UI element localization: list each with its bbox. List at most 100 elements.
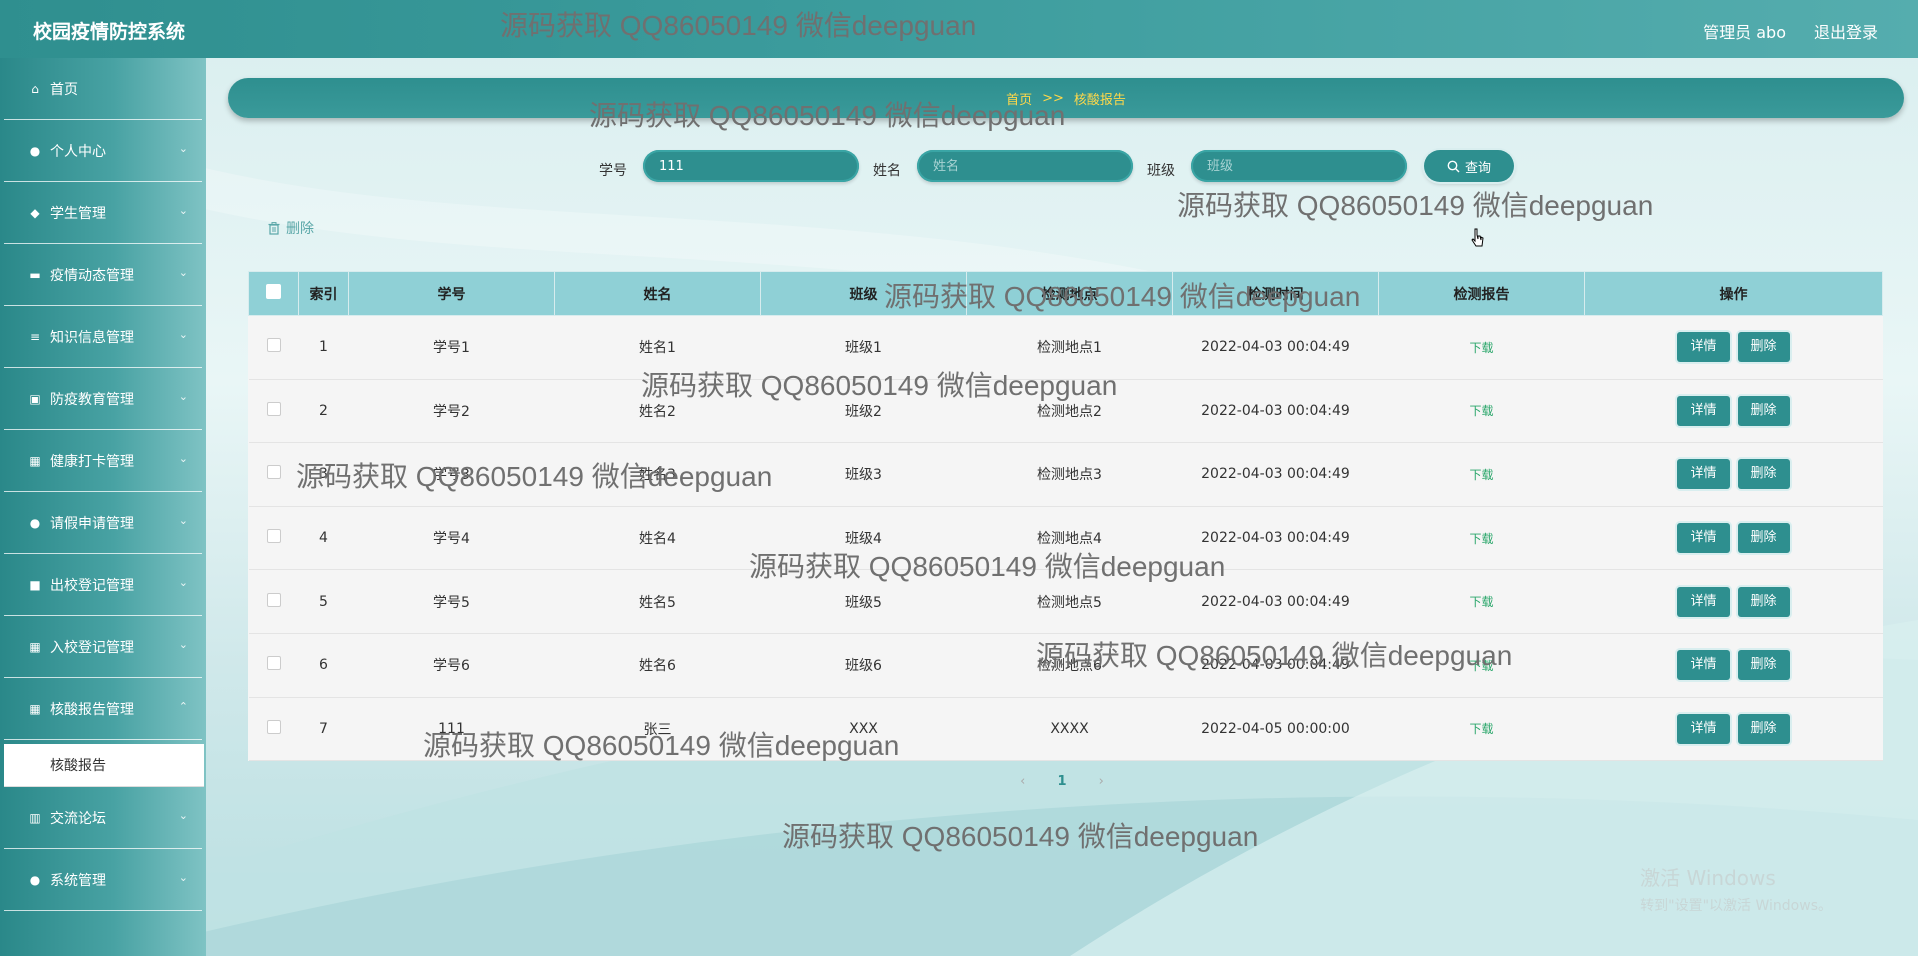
sidebar-item-forum[interactable]: ▥ 交流论坛 ⌄	[4, 787, 202, 849]
cell-index: 2	[319, 402, 328, 419]
delete-button[interactable]: 删除	[1737, 459, 1790, 490]
sidebar-item-label: 知识信息管理	[50, 329, 134, 346]
cell-location: 检测地点6	[1037, 658, 1102, 675]
column-header: 姓名	[554, 271, 761, 316]
table-row: 4 学号4 姓名4 班级4 检测地点4 2022-04-03 00:04:49 下载 详情 删除	[248, 506, 1883, 570]
delete-button[interactable]: 删除	[1737, 586, 1790, 617]
delete-button[interactable]: 删除	[1737, 523, 1790, 554]
chevron-down-icon: ⌄	[178, 871, 188, 884]
cell-name: 张三	[643, 721, 672, 738]
sidebar-item-personal-center[interactable]: ● 个人中心 ⌄	[4, 120, 202, 182]
column-header: 检测报告	[1378, 271, 1585, 316]
sidebar-item-home[interactable]: ⌂ 首页	[4, 58, 202, 120]
detail-button[interactable]: 详情	[1677, 459, 1730, 490]
trash-icon	[268, 221, 280, 235]
chevron-down-icon: ⌄	[178, 638, 188, 651]
breadcrumb: 首页 >> 核酸报告	[228, 78, 1904, 118]
cell-class: XXX	[849, 720, 878, 737]
pagination: ‹ 1 ›	[206, 774, 1918, 789]
cell-name: 姓名1	[639, 340, 676, 357]
sidebar-item-nucleic-report-management[interactable]: ▦ 核酸报告管理 ⌃	[4, 678, 202, 740]
delete-button[interactable]: 删除	[1737, 650, 1790, 681]
download-link[interactable]: 下载	[1469, 659, 1493, 673]
sidebar-item-label: 交流论坛	[50, 810, 106, 827]
table-row: 2 学号2 姓名2 班级2 检测地点2 2022-04-03 00:04:49 下载 详情 删除	[248, 379, 1883, 443]
detail-button[interactable]: 详情	[1677, 650, 1730, 681]
download-link[interactable]: 下载	[1469, 532, 1493, 546]
sidebar-item-leave-application[interactable]: ● 请假申请管理 ⌄	[4, 492, 202, 554]
select-all-checkbox[interactable]	[248, 271, 299, 316]
cell-index: 4	[319, 530, 328, 547]
query-button[interactable]: 查询	[1424, 150, 1514, 182]
page-number[interactable]: 1	[1057, 774, 1066, 789]
row-checkbox[interactable]	[249, 506, 299, 570]
row-checkbox[interactable]	[249, 316, 299, 380]
batch-delete-label: 删除	[286, 221, 314, 237]
sidebar-item-epidemic-news[interactable]: ▬ 疫情动态管理 ⌄	[4, 244, 202, 306]
admin-user-label[interactable]: 管理员 abo	[1703, 19, 1786, 43]
name-input[interactable]	[917, 150, 1133, 182]
grid-icon: ▦	[29, 453, 41, 468]
delete-button[interactable]: 删除	[1737, 332, 1790, 363]
activate-windows-notice: 激活 Windows 转到"设置"以激活 Windows。	[1640, 862, 1832, 915]
delete-button[interactable]: 删除	[1737, 713, 1790, 744]
cell-time: 2022-04-03 00:04:49	[1201, 402, 1350, 419]
sidebar-item-prevention-education[interactable]: ▣ 防疫教育管理 ⌄	[4, 368, 202, 430]
batch-delete-button[interactable]: 删除	[268, 218, 314, 238]
download-link[interactable]: 下载	[1469, 468, 1493, 482]
sidebar-item-label: 个人中心	[50, 143, 106, 160]
logout-button[interactable]: 退出登录	[1814, 19, 1878, 43]
cell-report: 下载	[1379, 379, 1585, 443]
download-link[interactable]: 下载	[1469, 595, 1493, 609]
cell-class: 班级3	[845, 467, 882, 484]
sidebar-item-health-checkin[interactable]: ▦ 健康打卡管理 ⌄	[4, 430, 202, 492]
chevron-down-icon: ⌄	[178, 266, 188, 279]
download-link[interactable]: 下载	[1469, 722, 1493, 736]
cell-name: 姓名3	[639, 467, 676, 484]
row-checkbox[interactable]	[249, 379, 299, 443]
row-checkbox[interactable]	[249, 443, 299, 507]
cell-actions: 详情 删除	[1585, 316, 1883, 380]
sidebar-item-student-management[interactable]: ◆ 学生管理 ⌄	[4, 182, 202, 244]
grid-icon: ▦	[29, 639, 41, 654]
cell-time: 2022-04-03 00:04:49	[1201, 530, 1350, 547]
cell-report: 下载	[1379, 697, 1585, 761]
sidebar-item-exit-registration[interactable]: ■ 出校登记管理 ⌄	[4, 554, 202, 616]
detail-button[interactable]: 详情	[1677, 395, 1730, 426]
download-link[interactable]: 下载	[1469, 341, 1493, 355]
next-page-button[interactable]: ›	[1099, 774, 1104, 789]
row-checkbox[interactable]	[249, 697, 299, 761]
sidebar-item-knowledge-info[interactable]: ≡ 知识信息管理 ⌄	[4, 306, 202, 368]
sidebar-item-label: 入校登记管理	[50, 639, 134, 656]
download-link[interactable]: 下载	[1469, 404, 1493, 418]
cell-location: 检测地点5	[1037, 594, 1102, 611]
cell-time: 2022-04-03 00:04:49	[1201, 339, 1350, 356]
sidebar-item-system-management[interactable]: ● 系统管理 ⌄	[4, 849, 202, 911]
cell-index: 3	[319, 466, 328, 483]
row-checkbox[interactable]	[249, 633, 299, 697]
prev-page-button[interactable]: ‹	[1020, 774, 1025, 789]
top-header: 校园疫情防控系统 管理员 abo 退出登录	[0, 0, 1918, 58]
student-icon: ◆	[30, 205, 40, 220]
detail-button[interactable]: 详情	[1677, 523, 1730, 554]
breadcrumb-separator: >>	[1042, 90, 1064, 106]
class-input[interactable]	[1191, 150, 1407, 182]
chart-icon: ▥	[29, 810, 41, 825]
cell-actions: 详情 删除	[1585, 379, 1883, 443]
cell-location: XXXX	[1050, 720, 1089, 737]
breadcrumb-home[interactable]: 首页	[1006, 89, 1032, 108]
delete-button[interactable]: 删除	[1737, 395, 1790, 426]
user-icon: ●	[29, 143, 41, 158]
detail-button[interactable]: 详情	[1677, 586, 1730, 617]
table-header-row: 索引 学号 姓名 班级 检测地点 检测时间 检测报告 操作	[248, 271, 1883, 316]
mouse-cursor-icon	[1471, 228, 1484, 247]
cell-student-id: 学号1	[433, 340, 470, 357]
detail-button[interactable]: 详情	[1677, 713, 1730, 744]
student-id-input[interactable]	[643, 150, 859, 182]
row-checkbox[interactable]	[249, 570, 299, 634]
detail-button[interactable]: 详情	[1677, 332, 1730, 363]
cell-actions: 详情 删除	[1585, 697, 1883, 761]
class-label: 班级	[1147, 163, 1175, 179]
sidebar-subitem-nucleic-report[interactable]: 核酸报告	[4, 744, 204, 787]
sidebar-item-entry-registration[interactable]: ▦ 入校登记管理 ⌄	[4, 616, 202, 678]
